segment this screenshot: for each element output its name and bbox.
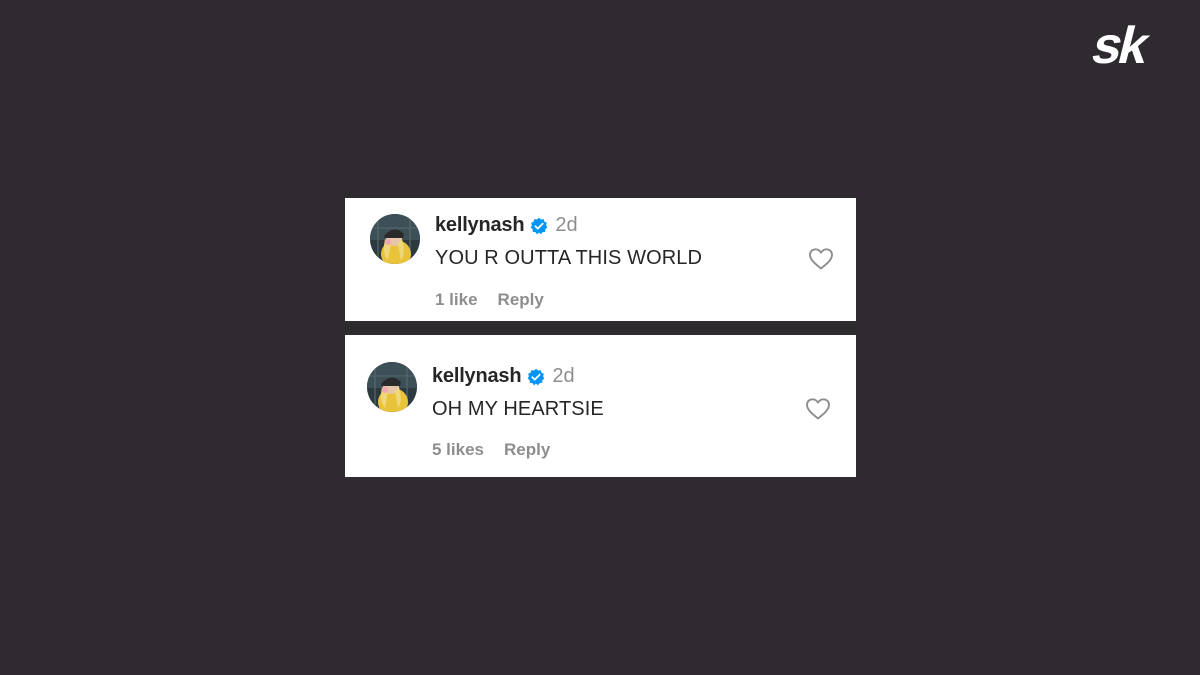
heart-outline-icon[interactable] xyxy=(808,247,834,271)
sk-logo-icon: sk xyxy=(1086,17,1178,75)
comment-timestamp: 2d xyxy=(555,214,578,236)
verified-badge-icon xyxy=(527,368,545,386)
comment-header: kellynash 2d xyxy=(432,365,575,388)
verified-badge-icon xyxy=(530,217,548,235)
username[interactable]: kellynash xyxy=(435,214,525,237)
reply-button[interactable]: Reply xyxy=(498,290,544,310)
avatar[interactable] xyxy=(370,214,420,264)
comment-card: kellynash 2d OH MY HEARTSIE 5 likes Repl… xyxy=(345,335,856,477)
heart-outline-icon[interactable] xyxy=(805,397,831,421)
like-count[interactable]: 5 likes xyxy=(432,440,484,460)
reply-button[interactable]: Reply xyxy=(504,440,550,460)
like-count[interactable]: 1 like xyxy=(435,290,478,310)
comment-text: YOU R OUTTA THIS WORLD xyxy=(435,247,703,269)
comment-meta: 5 likes Reply xyxy=(432,440,550,460)
username[interactable]: kellynash xyxy=(432,365,522,388)
comment-card: kellynash 2d YOU R OUTTA THIS WORLD 1 li… xyxy=(345,198,856,321)
comment-timestamp: 2d xyxy=(552,365,575,387)
comment-meta: 1 like Reply xyxy=(435,290,544,310)
sk-logo-text: sk xyxy=(1086,20,1156,66)
comment-header: kellynash 2d xyxy=(435,214,578,237)
avatar[interactable] xyxy=(367,362,417,412)
comment-text: OH MY HEARTSIE xyxy=(432,398,604,420)
